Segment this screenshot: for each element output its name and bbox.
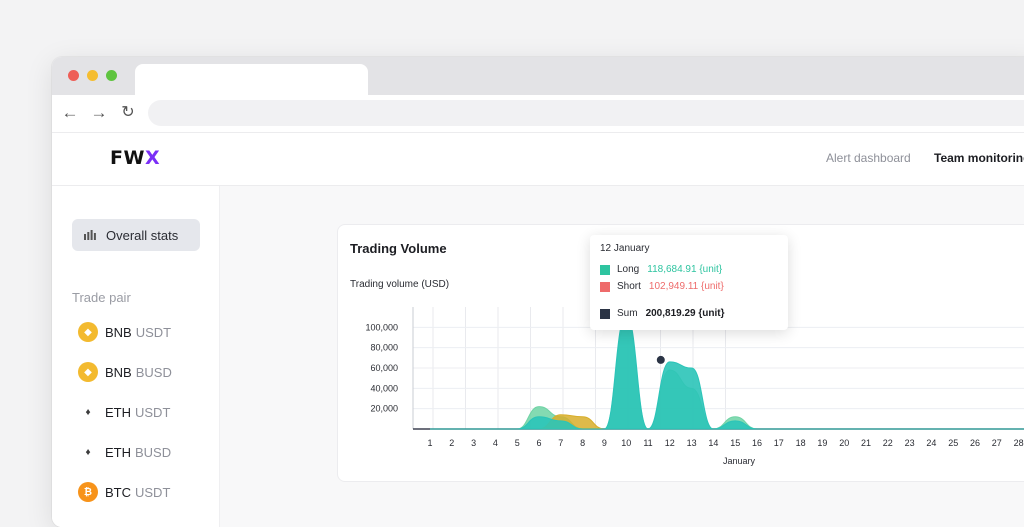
x-tick-label: 19 xyxy=(817,438,827,448)
trade-pair-item[interactable]: ♦ ETH BUSD xyxy=(78,441,171,463)
tooltip-date: 12 January xyxy=(600,243,650,254)
x-tick-label: 21 xyxy=(861,438,871,448)
area-series-1 xyxy=(430,321,1024,430)
x-tick-label: 1 xyxy=(427,438,432,448)
close-window-button[interactable] xyxy=(68,70,79,81)
x-axis-label: January xyxy=(723,456,756,466)
nav-team-monitoring[interactable]: Team monitoring xyxy=(934,151,1024,165)
bnb-coin-icon: ◆ xyxy=(78,362,98,382)
tooltip-label: Short xyxy=(617,281,641,292)
x-tick-label: 25 xyxy=(948,438,958,448)
y-tick-label: 20,000 xyxy=(370,404,398,414)
address-bar: ← → ↻ xyxy=(52,95,1024,133)
x-tick-label: 8 xyxy=(580,438,585,448)
logo-accent: X xyxy=(144,147,161,169)
short-swatch xyxy=(600,281,610,292)
x-tick-label: 9 xyxy=(602,438,607,448)
trade-pair-item[interactable]: ♦ ETH USDT xyxy=(78,401,170,423)
y-tick-label: 60,000 xyxy=(370,363,398,373)
trade-pair-heading: Trade pair xyxy=(72,290,131,305)
eth-coin-icon: ♦ xyxy=(78,402,98,422)
nav-alert-dashboard[interactable]: Alert dashboard xyxy=(826,151,911,165)
reload-icon[interactable]: ↻ xyxy=(118,103,138,123)
logo-text: FW xyxy=(110,147,145,169)
x-tick-label: 26 xyxy=(970,438,980,448)
bnb-coin-icon: ◆ xyxy=(78,322,98,342)
tooltip-label: Sum xyxy=(617,308,638,319)
x-tick-label: 2 xyxy=(449,438,454,448)
minimize-window-button[interactable] xyxy=(87,70,98,81)
trade-pair-item[interactable]: ₿ BTC USDT xyxy=(78,481,170,503)
tooltip-value: 200,819.29 {unit} xyxy=(645,308,725,319)
pair-quote: BUSD xyxy=(135,364,172,380)
sidebar: Overall stats Trade pair ◆ BNB USDT ◆ BN… xyxy=(52,186,220,527)
tooltip-value: 102,949.11 {unit} xyxy=(648,281,724,292)
x-tick-label: 27 xyxy=(992,438,1002,448)
back-arrow-icon[interactable]: ← xyxy=(60,103,80,123)
x-tick-label: 28 xyxy=(1014,438,1024,448)
browser-window: ← → ↻ FWX Alert dashboard Team monitorin… xyxy=(52,57,1024,527)
y-tick-label: 100,000 xyxy=(365,322,398,332)
highlight-point xyxy=(656,355,665,364)
pair-base: BNB xyxy=(105,364,132,380)
browser-tab[interactable] xyxy=(135,64,368,95)
pair-quote: USDT xyxy=(135,324,172,340)
forward-arrow-icon[interactable]: → xyxy=(89,103,109,123)
pair-base: ETH xyxy=(105,444,131,460)
overall-stats-button[interactable]: Overall stats xyxy=(72,219,200,251)
x-tick-label: 12 xyxy=(665,438,675,448)
tooltip-row-long: Long 118,684.91 {unit} xyxy=(600,264,722,275)
x-tick-label: 3 xyxy=(471,438,476,448)
url-input[interactable] xyxy=(148,100,1024,126)
fwx-logo[interactable]: FWX xyxy=(110,147,160,169)
x-tick-label: 17 xyxy=(774,438,784,448)
area-series-3 xyxy=(430,314,1024,430)
trade-pair-item[interactable]: ◆ BNB USDT xyxy=(78,321,171,343)
tooltip-label: Long xyxy=(617,264,640,275)
x-tick-label: 4 xyxy=(493,438,498,448)
pair-base: BTC xyxy=(105,484,131,500)
x-tick-label: 16 xyxy=(752,438,762,448)
overall-stats-label: Overall stats xyxy=(106,228,179,243)
x-tick-label: 18 xyxy=(796,438,806,448)
app-header: FWX Alert dashboard Team monitoring xyxy=(52,133,1024,186)
tooltip-row-short: Short 102,949.11 {unit} xyxy=(600,281,724,292)
x-tick-label: 7 xyxy=(558,438,563,448)
pair-base: ETH xyxy=(105,404,131,420)
pair-quote: USDT xyxy=(135,484,171,500)
bar-chart-icon xyxy=(84,230,96,240)
x-tick-label: 5 xyxy=(515,438,520,448)
chart-tooltip: 12 January Long 118,684.91 {unit} Short … xyxy=(590,235,788,330)
pair-quote: USDT xyxy=(135,404,171,420)
btc-coin-icon: ₿ xyxy=(78,482,98,502)
sum-swatch xyxy=(600,308,610,319)
x-tick-label: 11 xyxy=(643,438,652,448)
x-tick-label: 22 xyxy=(883,438,893,448)
x-tick-label: 15 xyxy=(730,438,740,448)
tooltip-value: 118,684.91 {unit} xyxy=(647,264,723,275)
x-tick-label: 24 xyxy=(926,438,936,448)
eth-coin-icon: ♦ xyxy=(78,442,98,462)
x-tick-label: 20 xyxy=(839,438,849,448)
trade-pair-item[interactable]: ◆ BNB BUSD xyxy=(78,361,172,383)
x-tick-label: 6 xyxy=(536,438,541,448)
x-tick-label: 14 xyxy=(708,438,718,448)
x-tick-label: 13 xyxy=(687,438,697,448)
y-tick-label: 80,000 xyxy=(370,343,398,353)
x-tick-label: 10 xyxy=(621,438,631,448)
y-tick-label: 40,000 xyxy=(370,383,398,393)
maximize-window-button[interactable] xyxy=(106,70,117,81)
tooltip-row-sum: Sum 200,819.29 {unit} xyxy=(600,308,725,319)
pair-base: BNB xyxy=(105,324,132,340)
tab-bar xyxy=(52,57,1024,95)
pair-quote: BUSD xyxy=(135,444,172,460)
long-swatch xyxy=(600,264,610,275)
x-tick-label: 23 xyxy=(905,438,915,448)
